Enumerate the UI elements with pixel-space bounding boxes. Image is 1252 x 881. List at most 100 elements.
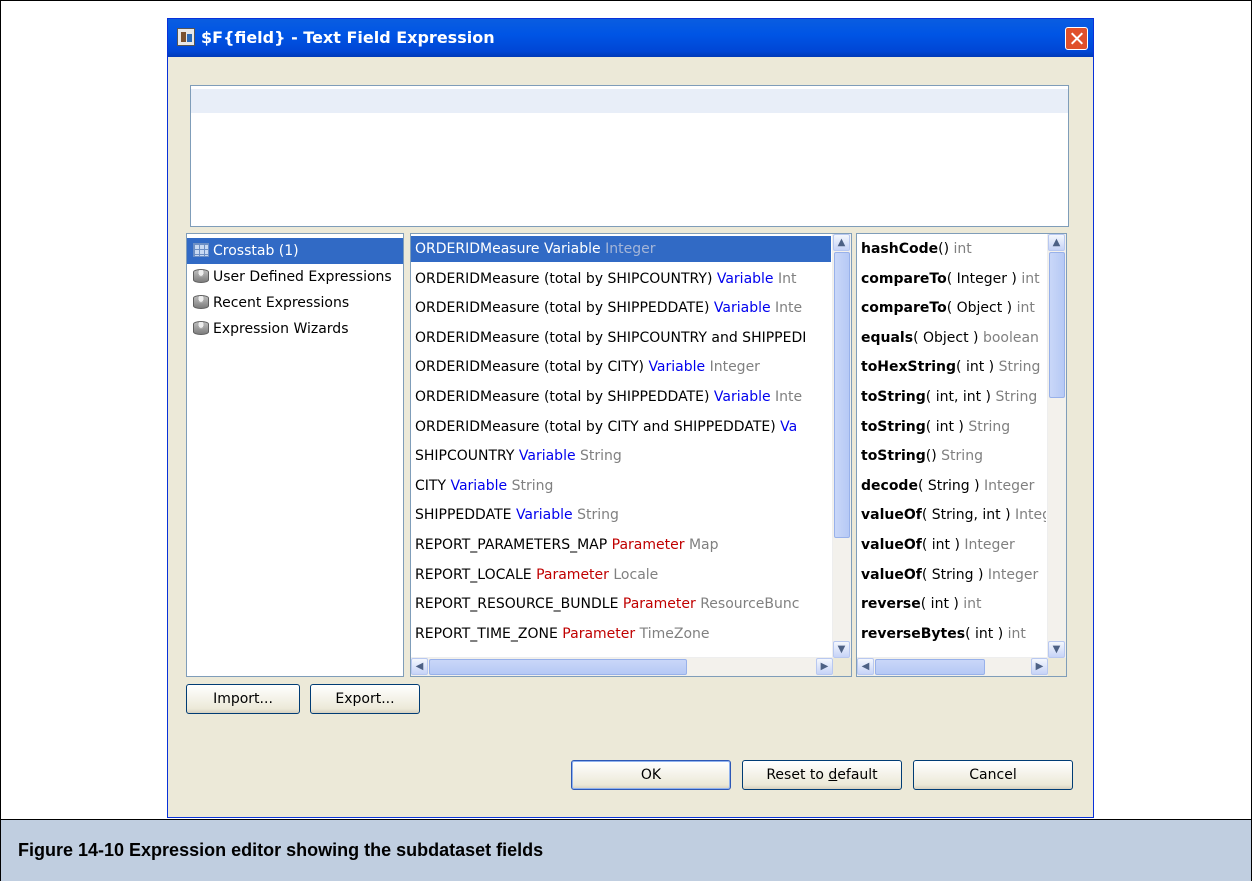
- object-kind: Variable: [713, 300, 771, 317]
- object-type: String: [577, 507, 619, 524]
- object-type: TimeZone: [639, 625, 710, 642]
- object-name: ORDERIDMeasure (total by SHIPCOUNTRY): [415, 270, 713, 287]
- object-name: SHIPPEDDATE: [415, 507, 512, 524]
- object-list-vertical-scrollbar[interactable]: ▲ ▼: [832, 234, 851, 658]
- method-args: ( int ): [925, 418, 964, 435]
- method-return-type: boolean: [982, 329, 1039, 346]
- method-item[interactable]: toHexString( int ) String: [857, 354, 1046, 380]
- method-name: hashCode: [861, 241, 939, 257]
- method-list-horizontal-scrollbar[interactable]: ◀ ▶: [857, 657, 1048, 676]
- method-item[interactable]: valueOf( String, int ) Integer: [857, 502, 1046, 528]
- export-button[interactable]: Export...: [310, 684, 420, 714]
- category-item[interactable]: Expression Wizards: [187, 316, 403, 342]
- scroll-up-icon[interactable]: ▲: [833, 234, 850, 251]
- method-name: equals: [861, 329, 914, 346]
- object-type: Integer: [709, 359, 760, 376]
- object-type: String: [580, 448, 622, 465]
- object-item[interactable]: REPORT_LOCALE Parameter Locale: [411, 562, 831, 588]
- method-return-type: String: [941, 448, 983, 465]
- reset-to-default-button[interactable]: Reset to default: [742, 760, 902, 790]
- category-label: Recent Expressions: [213, 295, 350, 311]
- method-args: ( Object ): [946, 300, 1013, 317]
- method-name: valueOf: [861, 566, 922, 583]
- category-label: User Defined Expressions: [213, 269, 392, 285]
- method-args: ( String ): [917, 477, 980, 494]
- object-item[interactable]: ORDERIDMeasure (total by SHIPCOUNTRY) Va…: [411, 266, 831, 292]
- scrollbar-thumb[interactable]: [834, 252, 850, 538]
- object-item[interactable]: ORDERIDMeasure (total by SHIPPEDDATE) Va…: [411, 384, 831, 410]
- figure-caption: Figure 14-10 Expression editor showing t…: [18, 840, 544, 860]
- method-list-vertical-scrollbar[interactable]: ▲ ▼: [1047, 234, 1066, 658]
- object-kind: Parameter: [536, 566, 609, 583]
- object-item[interactable]: CITY Variable String: [411, 473, 831, 499]
- scroll-up-icon[interactable]: ▲: [1048, 234, 1065, 251]
- close-icon[interactable]: [1065, 27, 1088, 50]
- object-name: ORDERIDMeasure (total by CITY and SHIPPE…: [415, 418, 776, 435]
- method-item[interactable]: compareTo( Object ) int: [857, 295, 1046, 321]
- method-args: ( String ): [921, 566, 984, 583]
- import-button[interactable]: Import...: [186, 684, 300, 714]
- object-item[interactable]: SHIPCOUNTRY Variable String: [411, 443, 831, 469]
- method-item[interactable]: valueOf( int ) Integer: [857, 532, 1046, 558]
- object-name: ORDERIDMeasure (total by SHIPPEDDATE): [415, 389, 710, 405]
- object-kind: Variable: [716, 270, 774, 287]
- object-kind: Va: [780, 418, 798, 435]
- dialog-title: $F{field} - Text Field Expression: [201, 28, 495, 47]
- object-item[interactable]: ORDERIDMeasure (total by CITY and SHIPPE…: [411, 414, 831, 440]
- object-type: Integer: [605, 241, 656, 257]
- scroll-left-icon[interactable]: ◀: [411, 658, 428, 675]
- method-return-type: String: [968, 418, 1011, 435]
- method-name: toString: [861, 448, 926, 465]
- object-item[interactable]: REPORT_TIME_ZONE Parameter TimeZone: [411, 621, 831, 647]
- scrollbar-corner: [1048, 658, 1066, 676]
- object-name: REPORT_LOCALE: [415, 566, 532, 583]
- category-list: Crosstab (1) User Defined Expressions Rece…: [186, 233, 404, 677]
- scrollbar-thumb[interactable]: [875, 659, 985, 675]
- method-item[interactable]: hashCode() int: [857, 236, 1046, 262]
- method-item[interactable]: toString( int, int ) String: [857, 384, 1046, 410]
- scroll-right-icon[interactable]: ▶: [816, 658, 833, 675]
- method-item[interactable]: equals( Object ) boolean: [857, 325, 1046, 351]
- object-item[interactable]: REPORT_RESOURCE_BUNDLE Parameter Resourc…: [411, 591, 831, 617]
- object-type: Locale: [613, 566, 659, 583]
- object-item[interactable]: ORDERIDMeasure Variable Integer: [411, 236, 831, 262]
- object-list-horizontal-scrollbar[interactable]: ◀ ▶: [411, 657, 833, 676]
- category-item[interactable]: User Defined Expressions: [187, 264, 403, 290]
- object-item[interactable]: ORDERIDMeasure (total by CITY) Variable …: [411, 354, 831, 380]
- scroll-down-icon[interactable]: ▼: [833, 641, 850, 658]
- cancel-button[interactable]: Cancel: [913, 760, 1073, 790]
- method-return-type: Integer: [987, 566, 1039, 583]
- method-item[interactable]: compareTo( Integer ) int: [857, 266, 1046, 292]
- scrollbar-thumb[interactable]: [429, 659, 687, 675]
- title-bar[interactable]: $F{field} - Text Field Expression: [168, 19, 1093, 57]
- object-type: ResourceBunc: [700, 596, 800, 613]
- object-kind: Parameter: [611, 537, 685, 553]
- object-name: REPORT_RESOURCE_BUNDLE: [415, 596, 619, 613]
- method-item[interactable]: reverseBytes( int ) int: [857, 621, 1046, 647]
- method-item[interactable]: toString() String: [857, 443, 1046, 469]
- method-item[interactable]: reverse( int ) int: [857, 591, 1046, 617]
- scrollbar-thumb[interactable]: [1049, 252, 1065, 398]
- object-kind: Variable: [713, 389, 771, 405]
- method-list: reverseBytes( int ) int reverse( int ) in…: [856, 233, 1067, 677]
- scroll-right-icon[interactable]: ▶: [1031, 658, 1048, 675]
- scroll-down-icon[interactable]: ▼: [1048, 641, 1065, 658]
- object-item[interactable]: ORDERIDMeasure (total by SHIPPEDDATE) Va…: [411, 295, 831, 321]
- category-item[interactable]: Crosstab (1): [187, 238, 403, 264]
- category-item[interactable]: Recent Expressions: [187, 290, 403, 316]
- method-item[interactable]: toString( int ) String: [857, 414, 1046, 440]
- object-kind: Variable: [648, 359, 706, 376]
- method-item[interactable]: valueOf( String ) Integer: [857, 562, 1046, 588]
- object-item[interactable]: SHIPPEDDATE Variable String: [411, 502, 831, 528]
- method-return-type: Integer: [964, 537, 1015, 553]
- figure-caption-band: Figure 14-10 Expression editor showing t…: [1, 819, 1251, 881]
- scroll-left-icon[interactable]: ◀: [857, 658, 874, 675]
- ok-button[interactable]: OK: [571, 760, 731, 790]
- method-item[interactable]: decode( String ) Integer: [857, 473, 1046, 499]
- method-return-type: int: [1021, 270, 1040, 287]
- object-item[interactable]: ORDERIDMeasure (total by SHIPCOUNTRY and…: [411, 325, 831, 351]
- method-name: compareTo: [861, 300, 947, 317]
- object-item[interactable]: REPORT_PARAMETERS_MAP Parameter Map: [411, 532, 831, 558]
- method-return-type: Integer: [984, 477, 1035, 494]
- expression-text-area[interactable]: [190, 85, 1069, 227]
